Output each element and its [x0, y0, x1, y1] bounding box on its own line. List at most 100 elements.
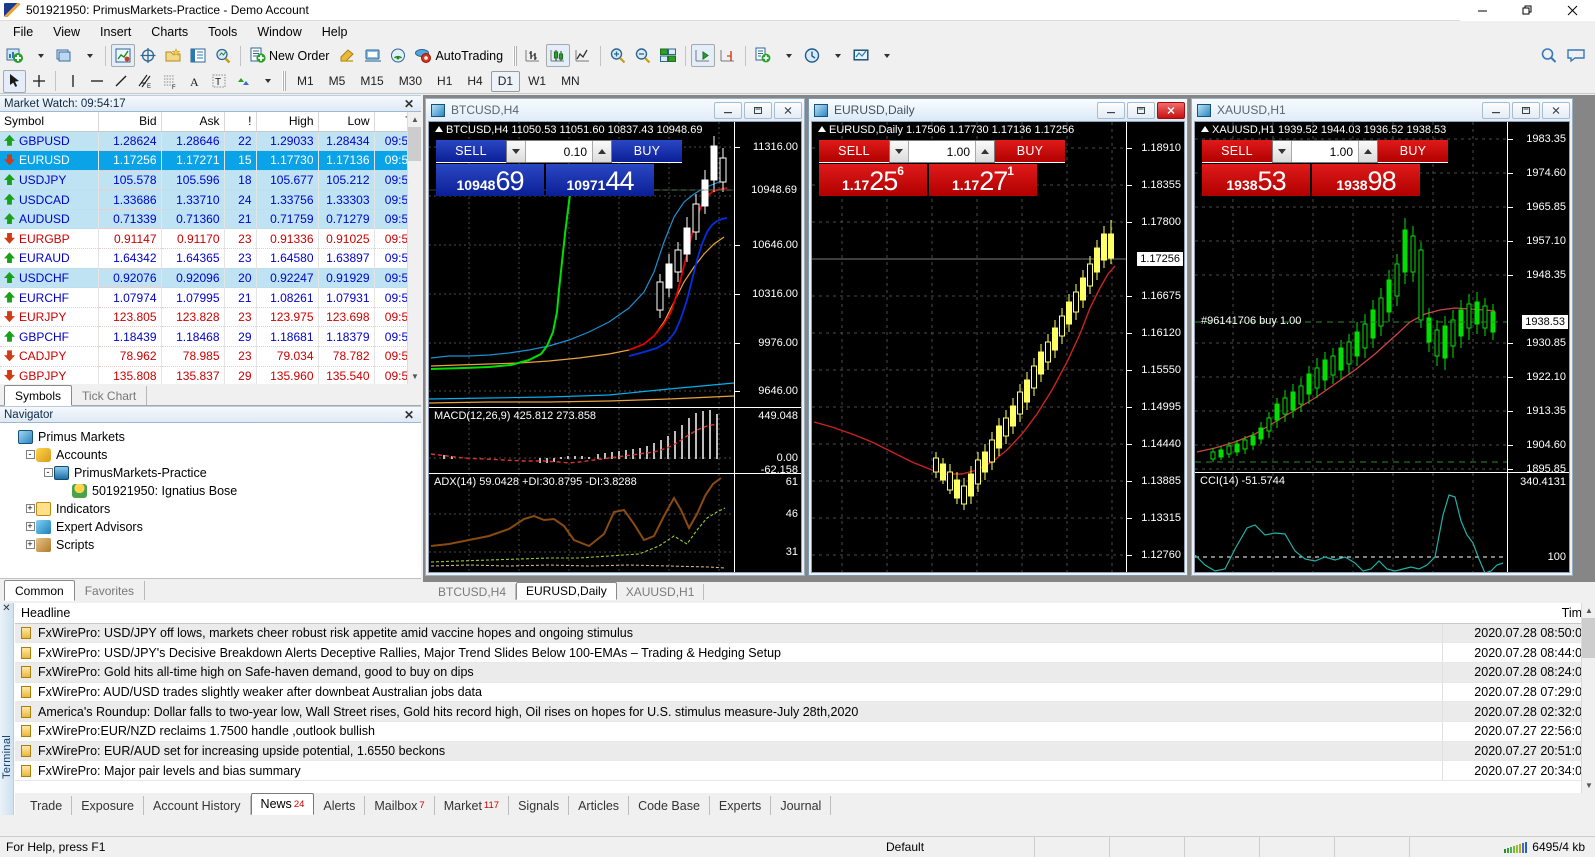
column-headline[interactable]: Headline	[15, 603, 1442, 624]
buy-button-eurusd[interactable]: BUY	[995, 140, 1065, 163]
tab-common[interactable]: Common	[4, 580, 75, 601]
news-row[interactable]: FxWirePro: AUD/USD trades slightly weake…	[15, 682, 1595, 703]
zoom-in-icon[interactable]	[606, 44, 630, 67]
terminal-tab-trade[interactable]: Trade	[21, 796, 73, 815]
timeframe-m15[interactable]: M15	[353, 71, 390, 92]
table-row[interactable]: GBPCHF 1.18439 1.18468 29 1.18681 1.18379 09:5…	[0, 326, 421, 348]
column-symbol[interactable]: Symbol	[0, 112, 99, 132]
sell-button-btcusd[interactable]: SELL	[436, 140, 506, 163]
horizontal-line-icon[interactable]	[85, 70, 108, 93]
volume-value-xauusd[interactable]: 1.00	[1292, 141, 1358, 162]
menu-charts[interactable]: Charts	[141, 22, 198, 42]
terminal-tab-journal[interactable]: Journal	[771, 796, 832, 815]
column-bid[interactable]: Bid	[98, 112, 162, 132]
buy-button-btcusd[interactable]: BUY	[612, 140, 682, 163]
news-headline-cell[interactable]: FxWirePro: USD/JPY's Decisive Breakdown …	[15, 642, 1442, 663]
chart-window-xauusd[interactable]: XAUUSD,H1 XAUUSD,H1 1939.52 1944.03 1936…	[1191, 98, 1573, 576]
column-ask[interactable]: Ask	[161, 112, 225, 132]
news-headline-cell[interactable]: FxWirePro: AUD/USD trades slightly weake…	[15, 682, 1442, 703]
news-row[interactable]: FxWirePro:EUR/NZD reclaims 1.7500 handle…	[15, 721, 1595, 742]
volume-dropdown-icon[interactable]	[1273, 141, 1292, 162]
table-row[interactable]: USDJPY 105.578 105.596 18 105.677 105.212 09:5…	[0, 170, 421, 191]
fibonacci-retracement-icon[interactable]: F	[158, 70, 182, 93]
table-row[interactable]: USDCAD 1.33686 1.33710 24 1.33756 1.33303 09:5…	[0, 189, 421, 210]
chart-canvas-btcusd[interactable]: BTCUSD,H4 11050.53 11051.60 10837.43 109…	[428, 121, 802, 573]
terminal-tab-market[interactable]: Market 117	[435, 796, 510, 815]
buy-price-eurusd[interactable]: 1.17 27 1	[929, 164, 1037, 196]
table-row[interactable]: EURUSD 1.17256 1.17271 15 1.17730 1.17136 09:5…	[0, 150, 421, 171]
chart-minimize-button-xauusd[interactable]	[1482, 101, 1510, 119]
terminal-close-icon[interactable]: ✕	[0, 603, 13, 615]
volume-input-xauusd[interactable]: 1.00	[1272, 140, 1378, 163]
nav-item-scripts[interactable]: + Scripts	[6, 536, 421, 553]
terminal-tab-mailbox[interactable]: Mailbox 7	[365, 796, 435, 815]
symbol-cell[interactable]: GBPJPY	[0, 366, 99, 384]
column-time[interactable]: Time	[1442, 603, 1595, 624]
terminal-tab-experts[interactable]: Experts	[710, 796, 772, 815]
buy-button-xauusd[interactable]: BUY	[1378, 140, 1448, 163]
volume-increment-icon[interactable]	[592, 141, 611, 162]
market-watch-icon[interactable]	[111, 44, 135, 67]
nav-item-indicators[interactable]: + Indicators	[6, 500, 421, 517]
news-row[interactable]: FxWirePro: Gold hits all-time high on Sa…	[15, 662, 1595, 683]
one-click-trading-eurusd[interactable]: SELL 1.00 BUY 1.17 25 6 1.17 27 1	[819, 140, 1065, 196]
text-icon[interactable]: A	[183, 70, 206, 93]
chart-maximize-button-btcusd[interactable]	[744, 101, 772, 119]
symbol-cell[interactable]: USDCAD	[0, 189, 99, 210]
metaeditor-icon[interactable]	[336, 44, 360, 67]
column-spread[interactable]: !	[224, 112, 257, 132]
volume-increment-icon[interactable]	[975, 141, 994, 162]
navigator-close-icon[interactable]: ✕	[401, 408, 417, 422]
chart-tab-eurusd[interactable]: EURUSD,Daily	[516, 582, 617, 600]
cursor-icon[interactable]	[3, 69, 26, 93]
nav-item-terminal[interactable]: Primus Markets	[6, 428, 421, 445]
scroll-down-icon[interactable]: ▼	[408, 369, 421, 384]
tab-symbols[interactable]: Symbols	[4, 385, 73, 406]
chart-tab-xauusd[interactable]: XAUUSD,H1	[617, 584, 705, 600]
subwindow-macd-btcusd[interactable]: MACD(12,26,9) 425.812 273.858 449.048 0.…	[429, 407, 801, 476]
market-watch-scrollbar[interactable]: ▲ ▼	[407, 112, 421, 384]
tree-expander[interactable]: +	[24, 522, 36, 531]
chart-close-button-eurusd[interactable]	[1157, 101, 1185, 119]
profiles-icon[interactable]	[52, 44, 76, 67]
tile-windows-icon[interactable]	[656, 44, 680, 67]
symbol-cell[interactable]: EURUSD	[0, 150, 99, 171]
close-button[interactable]	[1550, 0, 1595, 21]
equidistant-channel-icon[interactable]: E	[133, 70, 157, 93]
buy-price-xauusd[interactable]: 1938 98	[1312, 164, 1420, 196]
tree-expander[interactable]: +	[24, 540, 36, 549]
tree-expander[interactable]: -	[24, 450, 36, 459]
news-headline-cell[interactable]: FxWirePro: EUR/AUD set for increasing up…	[15, 741, 1442, 762]
news-scroll-down-icon[interactable]: ▼	[1582, 778, 1595, 793]
volume-input-btcusd[interactable]: 0.10	[506, 140, 612, 163]
chart-canvas-eurusd[interactable]: EURUSD,Daily 1.17506 1.17730 1.17136 1.1…	[811, 121, 1185, 573]
indicators-list-icon[interactable]	[751, 44, 775, 67]
auto-scroll-icon[interactable]	[716, 44, 740, 67]
timeframe-m30[interactable]: M30	[392, 71, 429, 92]
news-row[interactable]: FxWirePro: EUR/AUD set for increasing up…	[15, 741, 1595, 762]
news-row[interactable]: FxWirePro: Major pair levels and bias su…	[15, 760, 1595, 781]
symbol-cell[interactable]: AUDUSD	[0, 209, 99, 230]
new-chart-dropdown-icon[interactable]	[28, 44, 51, 67]
terminal-tab-code-base[interactable]: Code Base	[629, 796, 710, 815]
chart-close-button-btcusd[interactable]	[774, 101, 802, 119]
terminal-tab-news[interactable]: News 24	[250, 793, 315, 815]
arrows-dropdown-icon[interactable]	[255, 70, 278, 93]
news-scrollbar[interactable]: ▲ ▼	[1581, 603, 1595, 793]
bar-chart-icon[interactable]	[521, 44, 545, 67]
sell-button-eurusd[interactable]: SELL	[819, 140, 889, 163]
nav-item-accounts[interactable]: - Accounts	[6, 446, 421, 463]
table-row[interactable]: EURAUD 1.64342 1.64365 23 1.64580 1.63897 09:5…	[0, 248, 421, 269]
chart-minimize-button-eurusd[interactable]	[1097, 101, 1125, 119]
news-scrollbar-thumb[interactable]	[1582, 618, 1595, 658]
table-row[interactable]: USDCHF 0.92076 0.92096 20 0.92247 0.91929 09:5…	[0, 268, 421, 289]
mql5-community-icon[interactable]	[361, 44, 385, 67]
one-click-trading-btcusd[interactable]: SELL 0.10 BUY 10948 69 10971 44	[436, 140, 682, 196]
symbol-cell[interactable]: GBPCHF	[0, 326, 99, 348]
tab-tick-chart[interactable]: Tick Chart	[72, 386, 148, 405]
menu-file[interactable]: File	[3, 22, 43, 42]
templates-icon[interactable]	[849, 44, 873, 67]
column-low[interactable]: Low	[318, 112, 375, 132]
symbol-cell[interactable]: EURJPY	[0, 307, 99, 328]
chart-maximize-button-eurusd[interactable]	[1127, 101, 1155, 119]
